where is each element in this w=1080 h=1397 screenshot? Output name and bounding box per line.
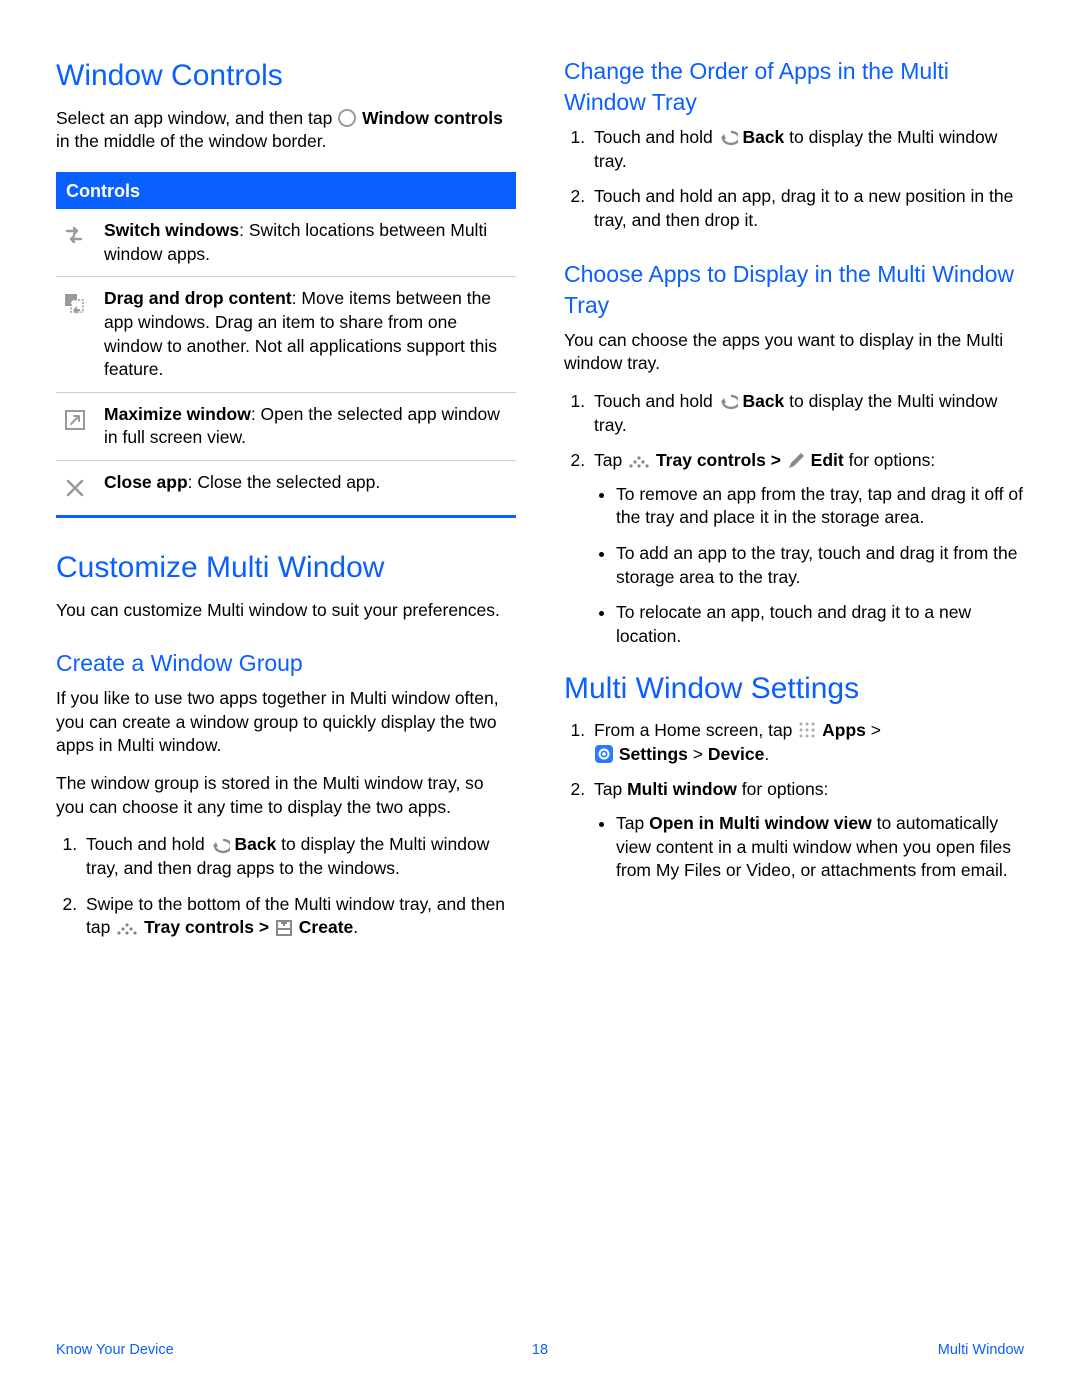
close-icon — [58, 471, 92, 505]
settings-icon — [594, 745, 614, 763]
choose-steps: Touch and hold Back to display the Multi… — [564, 390, 1024, 649]
back-icon — [718, 128, 738, 146]
back-icon — [210, 836, 230, 854]
text: > — [693, 744, 708, 764]
text: for options: — [742, 779, 829, 799]
text-bold: Edit — [811, 450, 844, 470]
text-bold: Settings — [619, 744, 688, 764]
heading-create-window-group: Create a Window Group — [56, 648, 516, 679]
text: Tap — [616, 813, 649, 833]
heading-window-controls: Window Controls — [56, 56, 516, 97]
apps-icon — [797, 721, 817, 739]
control-text: Switch windows: Switch locations between… — [104, 219, 512, 266]
heading-choose-apps: Choose Apps to Display in the Multi Wind… — [564, 259, 1024, 321]
text: . — [353, 917, 358, 937]
text: Touch and hold — [594, 127, 718, 147]
page-footer: Know Your Device 18 Multi Window — [0, 1341, 1080, 1361]
settings-steps: From a Home screen, tap Apps > Settings … — [564, 719, 1024, 883]
customize-intro: You can customize Multi window to suit y… — [56, 599, 516, 623]
list-item: Touch and hold Back to display the Multi… — [590, 390, 1024, 437]
list-item: Tap Open in Multi window view to automat… — [616, 812, 1024, 883]
heading-customize-multi-window: Customize Multi Window — [56, 548, 516, 589]
left-column: Window Controls Select an app window, an… — [56, 56, 516, 952]
text: From a Home screen, tap — [594, 720, 797, 740]
text-bold: Back — [742, 391, 784, 411]
tray-controls-icon — [627, 452, 651, 470]
choose-bullets: To remove an app from the tray, tap and … — [594, 483, 1024, 649]
text-bold: Create — [299, 917, 353, 937]
list-item: To remove an app from the tray, tap and … — [616, 483, 1024, 530]
control-row-maximize: Maximize window: Open the selected app w… — [56, 393, 516, 461]
control-row-switch-windows: Switch windows: Switch locations between… — [56, 209, 516, 277]
text-bold: Multi window — [627, 779, 737, 799]
tray-controls-icon — [115, 919, 139, 937]
order-steps: Touch and hold Back to display the Multi… — [564, 126, 1024, 233]
text: Touch and hold — [86, 834, 210, 854]
control-text: Maximize window: Open the selected app w… — [104, 403, 512, 450]
text: > — [871, 720, 881, 740]
create-steps: Touch and hold Back to display the Multi… — [56, 833, 516, 940]
text: Select an app window, and then tap — [56, 108, 337, 128]
text-bold: Apps — [822, 720, 866, 740]
maximize-icon — [58, 403, 92, 437]
footer-left: Know Your Device — [56, 1341, 174, 1361]
back-icon — [718, 392, 738, 410]
text-bold: Tray controls > — [656, 450, 786, 470]
text: Tap — [594, 450, 627, 470]
list-item: To add an app to the tray, touch and dra… — [616, 542, 1024, 589]
text-bold: Back — [742, 127, 784, 147]
page-number: 18 — [532, 1341, 548, 1361]
list-item: From a Home screen, tap Apps > Settings … — [590, 719, 1024, 766]
text-bold: Open in Multi window view — [649, 813, 872, 833]
control-text: Close app: Close the selected app. — [104, 471, 512, 495]
control-row-drag-drop: Drag and drop content: Move items betwee… — [56, 277, 516, 393]
controls-table-header: Controls — [56, 175, 516, 209]
text: for options: — [849, 450, 936, 470]
controls-table: Controls Switch windows: Switch location… — [56, 172, 516, 518]
circle-icon — [337, 109, 357, 127]
list-item: Touch and hold Back to display the Multi… — [82, 833, 516, 880]
text-bold: Window controls — [362, 108, 503, 128]
switch-windows-icon — [58, 219, 92, 253]
window-controls-intro: Select an app window, and then tap Windo… — [56, 107, 516, 154]
control-text: Drag and drop content: Move items betwee… — [104, 287, 512, 382]
drag-drop-icon — [58, 287, 92, 321]
control-row-close: Close app: Close the selected app. — [56, 461, 516, 515]
text-bold: Device — [708, 744, 764, 764]
choose-intro: You can choose the apps you want to disp… — [564, 329, 1024, 376]
footer-right: Multi Window — [938, 1341, 1024, 1361]
text-bold: Tray controls > — [144, 917, 274, 937]
settings-bullets: Tap Open in Multi window view to automat… — [594, 812, 1024, 883]
edit-icon — [786, 452, 806, 470]
heading-change-order: Change the Order of Apps in the Multi Wi… — [564, 56, 1024, 118]
list-item: Tap Tray controls > Edit for options: To… — [590, 449, 1024, 648]
list-item: Swipe to the bottom of the Multi window … — [82, 893, 516, 940]
text: in the middle of the window border. — [56, 131, 326, 151]
text-bold: Back — [234, 834, 276, 854]
text: Tap — [594, 779, 627, 799]
create-icon — [274, 919, 294, 937]
text: . — [764, 744, 769, 764]
right-column: Change the Order of Apps in the Multi Wi… — [564, 56, 1024, 952]
list-item: Tap Multi window for options: Tap Open i… — [590, 778, 1024, 883]
heading-multi-window-settings: Multi Window Settings — [564, 669, 1024, 710]
list-item: Touch and hold Back to display the Multi… — [590, 126, 1024, 173]
list-item: Touch and hold an app, drag it to a new … — [590, 185, 1024, 232]
text: Touch and hold — [594, 391, 718, 411]
create-p2: The window group is stored in the Multi … — [56, 772, 516, 819]
create-p1: If you like to use two apps together in … — [56, 687, 516, 758]
list-item: To relocate an app, touch and drag it to… — [616, 601, 1024, 648]
